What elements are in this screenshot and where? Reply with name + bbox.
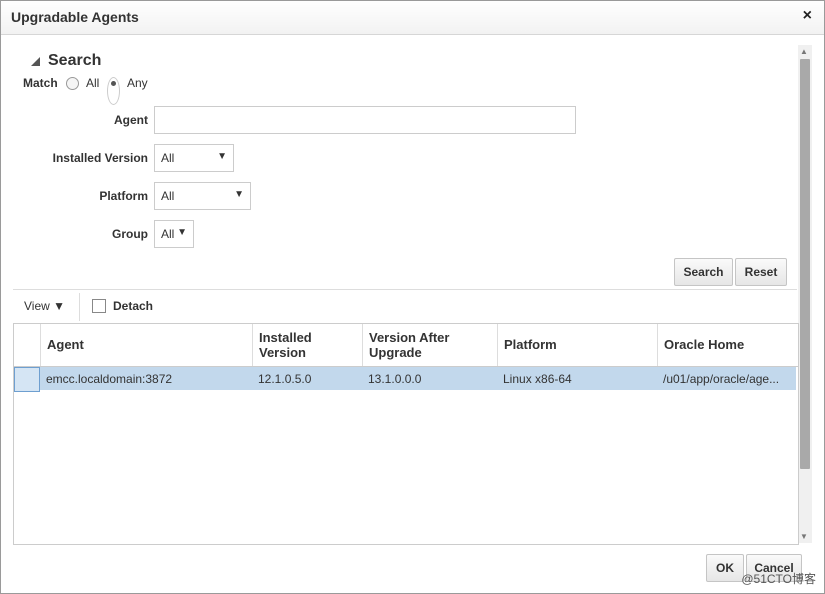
- match-all-radio[interactable]: [66, 77, 79, 90]
- column-header[interactable]: Version After Upgrade: [362, 324, 498, 366]
- chevron-down-icon: ▼: [177, 227, 187, 238]
- cell-installed-version: 12.1.0.5.0: [258, 372, 312, 386]
- column-header[interactable]: Installed Version: [252, 324, 363, 366]
- disclosure-triangle-icon[interactable]: [31, 57, 40, 66]
- cell-agent: emcc.localdomain:3872: [46, 372, 173, 386]
- agent-input[interactable]: [154, 106, 576, 134]
- reset-button[interactable]: Reset: [735, 258, 787, 286]
- table-header: Agent Installed Version Version After Up…: [14, 324, 798, 367]
- view-menu[interactable]: View ▼: [24, 299, 65, 313]
- group-label: Group: [112, 227, 148, 241]
- cell-platform: Linux x86-64: [503, 372, 572, 386]
- dialog-titlebar: Upgradable Agents ×: [1, 1, 824, 35]
- column-header[interactable]: Platform: [497, 324, 658, 366]
- match-any-label: Any: [127, 76, 148, 90]
- match-label: Match: [23, 76, 58, 90]
- scroll-up-icon[interactable]: ▲: [800, 47, 808, 56]
- upgradable-agents-dialog: Upgradable Agents × ▲ ▼ Search Match All…: [0, 0, 825, 594]
- platform-label: Platform: [99, 189, 148, 203]
- group-value: All: [161, 227, 175, 241]
- column-header[interactable]: Oracle Home: [657, 324, 797, 366]
- vertical-scrollbar[interactable]: ▲ ▼: [798, 45, 812, 543]
- group-select[interactable]: All ▼: [154, 220, 194, 248]
- search-header[interactable]: Search: [48, 52, 101, 70]
- installed-version-label: Installed Version: [52, 151, 148, 165]
- ok-button[interactable]: OK: [706, 554, 744, 582]
- search-button[interactable]: Search: [674, 258, 733, 286]
- table-row[interactable]: emcc.localdomain:3872 12.1.0.5.0 13.1.0.…: [40, 367, 796, 390]
- chevron-down-icon: ▼: [234, 189, 244, 200]
- row-selector[interactable]: [14, 367, 40, 392]
- match-any-radio[interactable]: [107, 77, 120, 105]
- toolbar-divider: [13, 289, 797, 290]
- close-icon[interactable]: ×: [803, 7, 812, 25]
- agents-table: Agent Installed Version Version After Up…: [13, 323, 799, 545]
- detach-icon[interactable]: [92, 299, 106, 313]
- cell-oracle-home: /u01/app/oracle/age...: [663, 372, 780, 386]
- toolbar-separator: [79, 293, 80, 321]
- platform-value: All: [161, 189, 175, 203]
- agent-label: Agent: [114, 113, 148, 127]
- chevron-down-icon: ▼: [217, 151, 227, 162]
- match-all-label: All: [86, 76, 100, 90]
- scroll-down-icon[interactable]: ▼: [800, 532, 808, 541]
- watermark: @51CTO博客: [741, 572, 816, 586]
- installed-version-select[interactable]: All ▼: [154, 144, 234, 172]
- installed-version-value: All: [161, 151, 175, 165]
- dialog-title: Upgradable Agents: [11, 9, 139, 25]
- detach-button[interactable]: Detach: [113, 299, 153, 313]
- column-header[interactable]: Agent: [40, 324, 253, 366]
- cell-version-after-upgrade: 13.1.0.0.0: [368, 372, 422, 386]
- platform-select[interactable]: All ▼: [154, 182, 251, 210]
- scroll-thumb[interactable]: [800, 59, 810, 469]
